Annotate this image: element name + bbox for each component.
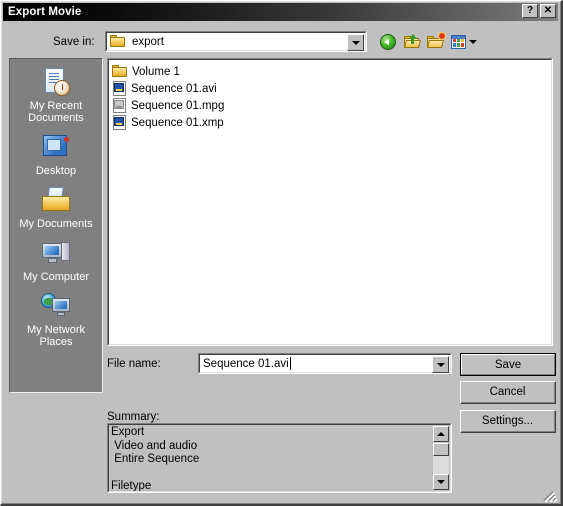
cancel-button[interactable]: Cancel [460,381,556,404]
save-in-label: Save in: [53,36,95,48]
place-desktop[interactable]: Desktop [10,124,102,177]
place-label: Desktop [35,165,77,177]
arrow-down-icon [437,480,445,484]
folder-icon [110,35,126,48]
summary-label: Summary: [107,411,160,423]
place-my-computer[interactable]: My Computer [10,230,102,283]
cancel-button-label: Cancel [461,382,555,403]
save-in-combobox-inner: export [106,32,366,51]
views-button[interactable] [449,31,479,52]
list-item[interactable]: Volume 1 [112,63,551,80]
file-name-dropdown-arrow[interactable] [432,356,449,373]
arrow-up-icon [437,432,445,436]
help-button[interactable]: ? [522,4,538,18]
scrollbar-track[interactable] [433,456,449,474]
back-button[interactable] [376,31,399,52]
chevron-down-icon [436,362,445,367]
file-name: Volume 1 [132,65,180,78]
file-name-input[interactable]: Sequence 01.avi [199,354,451,373]
folder-icon [112,65,128,78]
file-name-combobox[interactable]: Sequence 01.avi [198,353,452,374]
scrollbar-thumb[interactable] [433,443,449,456]
resize-grip[interactable] [543,487,558,503]
place-label: My Documents [19,218,93,230]
scroll-down-button[interactable] [433,474,449,490]
media-file-icon [112,115,127,130]
media-file-icon [112,81,127,96]
recent-documents-icon [10,65,102,99]
list-item[interactable]: Sequence 01.mpg [112,97,551,114]
file-name-value: Sequence 01.avi [203,357,289,370]
scroll-up-button[interactable] [433,426,449,442]
save-in-value: export [132,35,164,48]
window-title: Export Movie [8,6,82,18]
new-folder-icon [427,33,445,49]
title-bar-buttons: ? ✕ [522,4,556,18]
place-label: My Computer [22,271,90,283]
file-list-inner: Volume 1 Sequence 01.avi Sequence 01.mpg… [108,59,552,345]
file-name: Sequence 01.xmp [131,116,224,129]
title-bar[interactable]: Export Movie ? ✕ [3,3,558,21]
desktop-icon [10,130,102,164]
chevron-down-icon [469,39,477,44]
close-button[interactable]: ✕ [540,4,556,18]
place-label: My Recent Documents [28,100,84,124]
file-list[interactable]: Volume 1 Sequence 01.avi Sequence 01.mpg… [107,58,553,346]
my-documents-icon [10,183,102,217]
views-icon [451,34,466,49]
places-bar: My Recent Documents Desktop My Documents … [9,58,103,393]
export-movie-dialog: Export Movie ? ✕ Save in: export My Rece… [0,0,563,506]
text-caret [289,357,291,370]
save-in-combobox[interactable]: export [105,31,367,52]
save-in-dropdown-arrow[interactable] [347,34,364,51]
up-folder-icon [404,34,421,49]
summary-text: Export Video and audio Entire Sequence F… [111,426,200,492]
list-item[interactable]: Sequence 01.avi [112,80,551,97]
file-name: Sequence 01.mpg [131,99,225,112]
up-one-level-button[interactable] [401,31,424,52]
create-new-folder-button[interactable] [424,31,447,52]
file-name: Sequence 01.avi [131,82,217,95]
place-my-documents[interactable]: My Documents [10,177,102,230]
media-file-icon-gray [112,98,127,113]
summary-box-inner: Export Video and audio Entire Sequence F… [108,424,451,492]
summary-box: Export Video and audio Entire Sequence F… [107,423,452,493]
place-my-recent-documents[interactable]: My Recent Documents [10,59,102,124]
place-label: My Network Places [26,324,86,348]
settings-button[interactable]: Settings... [460,410,556,433]
list-item[interactable]: Sequence 01.xmp [112,114,551,131]
chevron-down-icon [351,40,360,45]
save-button[interactable]: Save [460,353,556,376]
my-network-places-icon [10,289,102,323]
my-computer-icon [10,236,102,270]
settings-button-label: Settings... [461,411,555,432]
place-my-network-places[interactable]: My Network Places [10,283,102,348]
file-name-label: File name: [107,358,161,370]
save-button-label: Save [461,354,555,375]
back-arrow-icon [379,33,396,50]
summary-scrollbar[interactable] [433,426,449,490]
